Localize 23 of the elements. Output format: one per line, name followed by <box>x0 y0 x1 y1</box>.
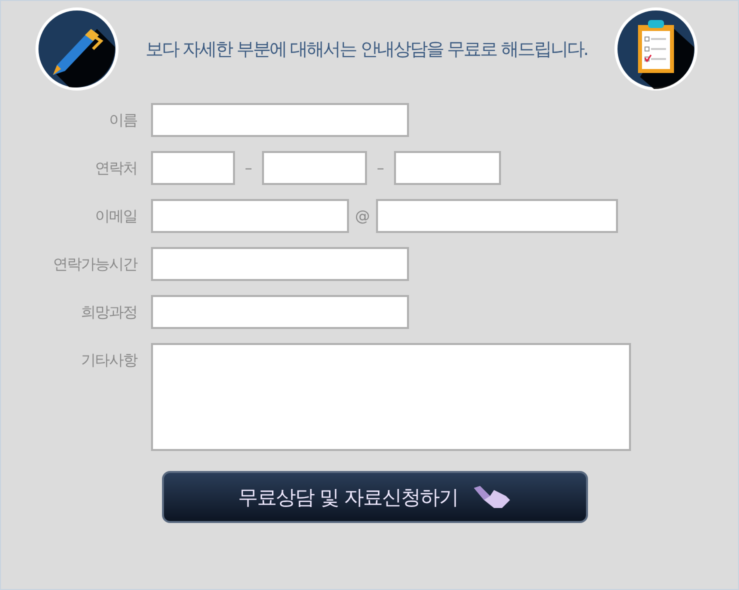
field-label: 연락가능시간 <box>52 254 138 275</box>
pointing-hand-icon <box>472 484 512 510</box>
submit-button[interactable]: 무료상담 및 자료신청하기 <box>162 471 588 523</box>
input-field[interactable] <box>151 247 409 281</box>
input-field[interactable] <box>262 151 367 185</box>
field-label: 기타사항 <box>80 350 138 371</box>
separator-text: – <box>244 158 254 179</box>
field-label: 희망과정 <box>80 302 138 323</box>
separator-text: @ <box>354 206 371 227</box>
separator-text: – <box>376 158 386 179</box>
clipboard-icon <box>614 7 698 91</box>
input-field[interactable] <box>151 151 235 185</box>
field-label: 이름 <box>108 110 138 131</box>
field-label: 이메일 <box>94 206 138 227</box>
input-field[interactable] <box>376 199 618 233</box>
input-field[interactable] <box>151 295 409 329</box>
text-area[interactable] <box>151 343 631 451</box>
input-field[interactable] <box>151 103 409 137</box>
field-label: 연락처 <box>94 158 138 179</box>
input-field[interactable] <box>394 151 501 185</box>
input-field[interactable] <box>151 199 349 233</box>
header-text: 보다 자세한 부분에 대해서는 안내상담을 무료로 해드립니다. <box>145 38 588 61</box>
pen-icon <box>35 7 119 91</box>
